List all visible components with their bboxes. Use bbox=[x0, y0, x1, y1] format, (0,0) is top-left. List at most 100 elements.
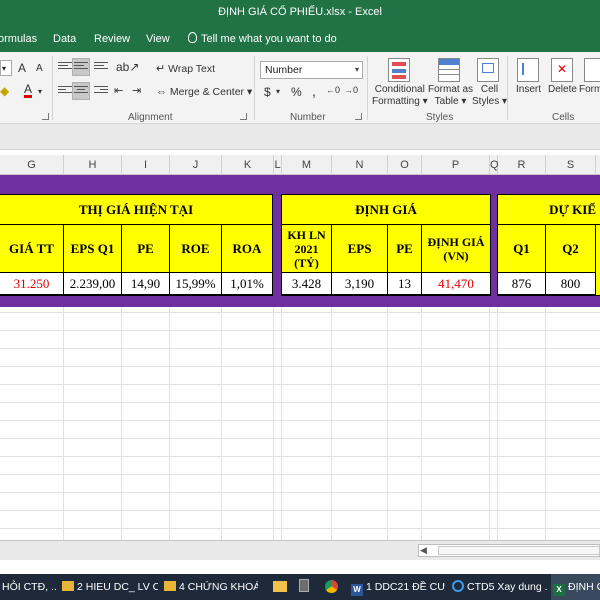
taskbar-item-label: ĐỊNH G bbox=[568, 581, 600, 593]
taskbar-item[interactable]: W1 DDC21 ĐỀ CƯ... bbox=[349, 574, 445, 600]
increase-decimal-icon[interactable]: ←0 bbox=[326, 85, 340, 95]
orientation-icon[interactable]: ab↗ bbox=[116, 60, 139, 74]
center-align-button[interactable] bbox=[72, 82, 90, 100]
comma-style-button[interactable]: , bbox=[312, 83, 316, 99]
percent-button[interactable]: % bbox=[291, 85, 302, 99]
taskbar-item[interactable]: 2 HIEU DC_ LV C... bbox=[60, 574, 158, 600]
tell-me-search[interactable]: Tell me what you want to do bbox=[188, 32, 337, 45]
taskbar-app-chrome[interactable] bbox=[318, 574, 344, 600]
dinh-gia-vn-header[interactable]: ĐỊNH GIÁ (VN) bbox=[422, 225, 491, 273]
kh-ln-value[interactable]: 3.428 bbox=[282, 273, 332, 295]
decrease-decimal-icon[interactable]: →0 bbox=[344, 85, 358, 95]
column-header-j[interactable]: J bbox=[170, 155, 222, 175]
alignment-dialog-launcher-icon[interactable] bbox=[240, 113, 247, 120]
font-dialog-launcher-icon[interactable] bbox=[42, 113, 49, 120]
align-right-icon[interactable] bbox=[94, 86, 108, 97]
pe-value[interactable]: 14,90 bbox=[122, 273, 170, 295]
font-size-dropdown[interactable]: ▾ bbox=[0, 60, 12, 76]
column-header-o[interactable]: O bbox=[388, 155, 422, 175]
number-format-value: Number bbox=[265, 64, 303, 76]
fill-color-icon[interactable]: ◆ bbox=[0, 84, 9, 98]
dinh-gia-pe-header[interactable]: PE bbox=[388, 225, 422, 273]
column-header-s[interactable]: S bbox=[546, 155, 596, 175]
roe-value[interactable]: 15,99% bbox=[170, 273, 222, 295]
format-cells-icon[interactable] bbox=[584, 58, 600, 82]
gia-tt-header[interactable]: GIÁ TT bbox=[0, 225, 64, 273]
dinh-gia-vn-value[interactable]: 41,470 bbox=[422, 273, 491, 295]
du-kien-header[interactable]: DỰ KIẾ bbox=[498, 195, 600, 225]
align-left-icon[interactable] bbox=[58, 86, 72, 97]
column-header-q[interactable]: Q bbox=[490, 155, 499, 175]
chrome-icon bbox=[325, 580, 338, 593]
wrap-text-icon: ↵ bbox=[156, 63, 166, 75]
taskbar-item[interactable]: HỎI CTĐ, ... bbox=[0, 574, 56, 600]
wrap-text-button[interactable]: ↵ Wrap Text bbox=[156, 62, 215, 75]
merge-center-button[interactable]: ⇔ Merge & Center ▾ bbox=[156, 86, 252, 98]
currency-dropdown-icon[interactable]: ▾ bbox=[276, 87, 280, 96]
increase-indent-icon[interactable]: ⇥ bbox=[132, 84, 141, 97]
cell-styles-button[interactable]: Cell Styles ▾ bbox=[472, 84, 507, 108]
roa-value[interactable]: 1,01% bbox=[222, 273, 273, 295]
tab-view[interactable]: View bbox=[146, 33, 170, 45]
q1-header[interactable]: Q1 bbox=[498, 225, 546, 273]
column-header-p[interactable]: P bbox=[422, 155, 490, 175]
delete-cells-icon[interactable]: ✕ bbox=[551, 58, 573, 82]
scrollbar-thumb[interactable] bbox=[438, 546, 600, 555]
delete-button[interactable]: Delete bbox=[548, 84, 577, 96]
gia-tt-value[interactable]: 31.250 bbox=[0, 273, 64, 295]
dinh-gia-pe-value[interactable]: 13 bbox=[388, 273, 422, 295]
cell-styles-icon[interactable] bbox=[477, 58, 499, 82]
conditional-formatting-button[interactable]: Conditional Formatting ▾ bbox=[372, 84, 428, 108]
column-header-m[interactable]: M bbox=[282, 155, 332, 175]
grow-font-button[interactable]: A bbox=[18, 61, 26, 75]
decrease-indent-icon[interactable]: ⇤ bbox=[114, 84, 123, 97]
q2-header[interactable]: Q2 bbox=[546, 225, 596, 273]
column-header-g[interactable]: G bbox=[0, 155, 64, 175]
format-as-table-button[interactable]: Format as Table ▾ bbox=[428, 84, 473, 108]
scroll-left-icon[interactable]: ◀ bbox=[420, 545, 427, 556]
taskbar-item[interactable]: CTD5 Xay dung ... bbox=[450, 574, 548, 600]
column-header-i[interactable]: I bbox=[122, 155, 170, 175]
font-color-button[interactable]: A bbox=[24, 83, 33, 98]
format-button[interactable]: Form bbox=[579, 84, 600, 96]
roa-header[interactable]: ROA bbox=[222, 225, 273, 273]
tab-formulas[interactable]: ormulas bbox=[0, 33, 37, 45]
number-group-label: Number bbox=[290, 112, 326, 123]
tab-review[interactable]: Review bbox=[94, 33, 130, 45]
column-header-r[interactable]: R bbox=[498, 155, 546, 175]
top-align-icon[interactable] bbox=[58, 62, 72, 73]
eps-q1-value[interactable]: 2.239,00 bbox=[64, 273, 122, 295]
q1-value[interactable]: 876 bbox=[498, 273, 546, 295]
bottom-align-icon[interactable] bbox=[94, 62, 108, 73]
pe-header[interactable]: PE bbox=[122, 225, 170, 273]
taskbar-app-folder[interactable] bbox=[264, 574, 288, 600]
taskbar-item[interactable]: 4 CHỨNG KHOÁN bbox=[162, 574, 258, 600]
insert-button[interactable]: Insert bbox=[516, 84, 541, 96]
currency-button[interactable]: $ bbox=[264, 85, 271, 99]
roe-header[interactable]: ROE bbox=[170, 225, 222, 273]
number-dialog-launcher-icon[interactable] bbox=[355, 113, 362, 120]
kh-ln-header[interactable]: KH LN 2021 (TỶ) bbox=[282, 225, 332, 273]
conditional-formatting-icon[interactable] bbox=[388, 58, 410, 82]
tab-data[interactable]: Data bbox=[53, 33, 76, 45]
column-header-n[interactable]: N bbox=[332, 155, 388, 175]
font-color-dropdown-icon[interactable]: ▾ bbox=[38, 87, 42, 96]
q2-value[interactable]: 800 bbox=[546, 273, 596, 295]
taskbar-item-excel-active[interactable]: XĐỊNH G bbox=[551, 574, 600, 600]
chevron-down-icon: ▾ bbox=[354, 65, 359, 74]
eps-value[interactable]: 3,190 bbox=[332, 273, 388, 295]
number-format-dropdown[interactable]: Number ▾ bbox=[260, 61, 363, 79]
taskbar-app-calculator[interactable] bbox=[292, 574, 314, 600]
dinh-gia-header[interactable]: ĐỊNH GIÁ bbox=[282, 195, 491, 225]
column-header-k[interactable]: K bbox=[222, 155, 274, 175]
insert-cells-icon[interactable] bbox=[517, 58, 539, 82]
column-header-h[interactable]: H bbox=[64, 155, 122, 175]
shrink-font-button[interactable]: A bbox=[36, 63, 43, 74]
eps-header[interactable]: EPS bbox=[332, 225, 388, 273]
eps-q1-header[interactable]: EPS Q1 bbox=[64, 225, 122, 273]
thi-gia-header[interactable]: THỊ GIÁ HIỆN TẠI bbox=[0, 195, 273, 225]
middle-align-button[interactable] bbox=[72, 58, 90, 76]
column-header-l[interactable]: L bbox=[274, 155, 282, 175]
format-as-table-icon[interactable] bbox=[438, 58, 460, 82]
alignment-group-label: Alignment bbox=[128, 112, 173, 123]
